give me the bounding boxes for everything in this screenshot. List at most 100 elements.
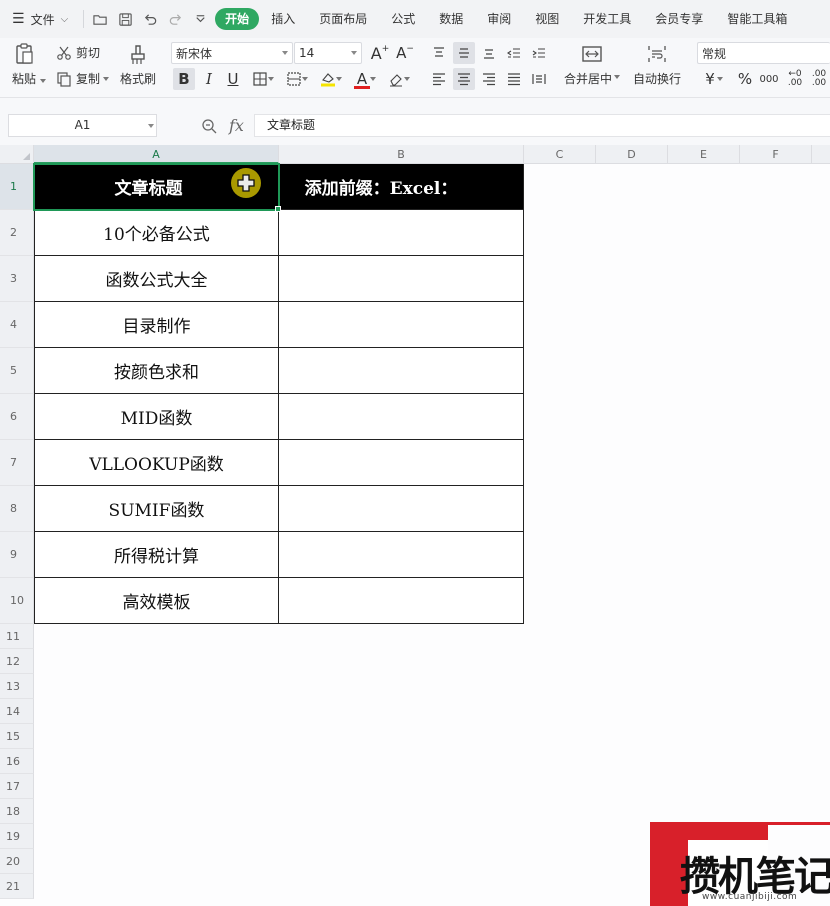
align-left-icon[interactable] — [428, 68, 450, 90]
select-all-corner[interactable] — [0, 145, 34, 164]
cell-a4[interactable]: 目录制作 — [35, 302, 279, 348]
row-header[interactable]: 5 — [0, 348, 34, 394]
merge-dropdown-icon[interactable] — [614, 74, 621, 79]
row-header[interactable]: 1 — [0, 164, 34, 210]
paste-dropdown-icon[interactable] — [40, 79, 46, 83]
row-header[interactable]: 6 — [0, 394, 34, 440]
spreadsheet-grid[interactable]: A B C D E F 1 2 3 4 5 6 7 8 9 10 11 12 1… — [0, 145, 830, 906]
thousands-separator-icon[interactable]: 000 — [758, 68, 780, 90]
copy-button[interactable]: 复制 — [56, 70, 110, 87]
italic-icon[interactable]: I — [198, 68, 220, 90]
tab-member[interactable]: 会员专享 — [643, 8, 715, 30]
cell-b6[interactable] — [279, 394, 524, 440]
file-menu[interactable]: ☰ 文件 ⌵ — [12, 11, 71, 28]
tab-developer[interactable]: 开发工具 — [571, 8, 643, 30]
justify-icon[interactable] — [503, 68, 525, 90]
row-header[interactable]: 15 — [0, 724, 34, 749]
tab-data[interactable]: 数据 — [427, 8, 475, 30]
row-header[interactable]: 12 — [0, 649, 34, 674]
currency-format-icon[interactable]: ¥ — [700, 68, 728, 90]
cell-a5[interactable]: 按颜色求和 — [35, 348, 279, 394]
cell-a7[interactable]: VLLOOKUP函数 — [35, 440, 279, 486]
cell-b4[interactable] — [279, 302, 524, 348]
row-header[interactable]: 11 — [0, 624, 34, 649]
decrease-indent-icon[interactable] — [503, 42, 525, 64]
cell-b3[interactable] — [279, 256, 524, 302]
tab-formulas[interactable]: 公式 — [379, 8, 427, 30]
row-header[interactable]: 2 — [0, 210, 34, 256]
copy-dropdown-icon[interactable] — [103, 76, 110, 81]
cell-b2[interactable] — [279, 210, 524, 256]
tab-smart-toolbox[interactable]: 智能工具箱 — [715, 8, 799, 30]
fill-color-icon[interactable] — [316, 68, 346, 90]
decrease-font-size-icon[interactable]: A − — [394, 42, 416, 64]
row-header[interactable]: 18 — [0, 799, 34, 824]
row-header[interactable]: 10 — [0, 578, 34, 624]
font-name-select[interactable]: 新宋体 — [171, 42, 293, 64]
cell-b7[interactable] — [279, 440, 524, 486]
cell-a2[interactable]: 10个必备公式 — [35, 210, 279, 256]
tab-insert[interactable]: 插入 — [259, 8, 307, 30]
column-header-a[interactable]: A — [34, 145, 279, 164]
row-header[interactable]: 21 — [0, 874, 34, 899]
column-header-d[interactable]: D — [596, 145, 668, 164]
row-header[interactable]: 8 — [0, 486, 34, 532]
tab-review[interactable]: 审阅 — [475, 8, 523, 30]
eraser-icon[interactable] — [384, 68, 414, 90]
cell-a10[interactable]: 高效模板 — [35, 578, 279, 624]
align-top-icon[interactable] — [428, 42, 450, 64]
open-folder-icon[interactable] — [90, 9, 110, 29]
column-header-g[interactable] — [812, 145, 830, 164]
cell-b1[interactable]: 添加前缀：Excel： — [279, 164, 524, 210]
column-header-b[interactable]: B — [279, 145, 524, 164]
function-icon[interactable]: fx — [229, 116, 244, 135]
number-format-select[interactable]: 常规 — [697, 42, 830, 64]
chevron-down-icon[interactable] — [148, 124, 154, 128]
decrease-decimal-icon[interactable]: .00.00 — [808, 68, 830, 90]
fill-handle[interactable] — [275, 206, 281, 212]
zoom-icon[interactable] — [201, 118, 217, 134]
row-header[interactable]: 14 — [0, 699, 34, 724]
percent-format-icon[interactable]: % — [734, 68, 756, 90]
cell-a6[interactable]: MID函数 — [35, 394, 279, 440]
formula-input[interactable]: 文章标题 — [254, 114, 830, 137]
save-icon[interactable] — [115, 9, 135, 29]
bold-icon[interactable]: B — [173, 68, 195, 90]
cell-b9[interactable] — [279, 532, 524, 578]
cut-button[interactable]: 剪切 — [56, 44, 100, 61]
font-size-select[interactable]: 14 — [294, 42, 362, 64]
row-header[interactable]: 13 — [0, 674, 34, 699]
row-header[interactable]: 19 — [0, 824, 34, 849]
tab-home[interactable]: 开始 — [215, 8, 260, 30]
cell-b10[interactable] — [279, 578, 524, 624]
cell-a9[interactable]: 所得税计算 — [35, 532, 279, 578]
tab-page-layout[interactable]: 页面布局 — [307, 8, 379, 30]
merge-center-button[interactable]: 合并居中 — [564, 42, 621, 87]
increase-indent-icon[interactable] — [528, 42, 550, 64]
undo-icon[interactable] — [140, 9, 160, 29]
row-header[interactable]: 9 — [0, 532, 34, 578]
redo-icon[interactable] — [165, 9, 185, 29]
borders-icon[interactable] — [248, 68, 278, 90]
row-header[interactable]: 7 — [0, 440, 34, 486]
column-header-f[interactable]: F — [740, 145, 812, 164]
tab-view[interactable]: 视图 — [523, 8, 571, 30]
align-bottom-icon[interactable] — [478, 42, 500, 64]
cell-a3[interactable]: 函数公式大全 — [35, 256, 279, 302]
cell-b8[interactable] — [279, 486, 524, 532]
wrap-text-button[interactable]: 自动换行 — [633, 42, 681, 87]
align-right-icon[interactable] — [478, 68, 500, 90]
align-middle-icon[interactable] — [453, 42, 475, 64]
increase-decimal-icon[interactable]: ←0.00 — [784, 68, 806, 90]
cell-style-icon[interactable] — [282, 68, 312, 90]
align-center-icon[interactable] — [453, 68, 475, 90]
column-header-c[interactable]: C — [524, 145, 596, 164]
underline-icon[interactable]: U — [222, 68, 244, 90]
cell-a8[interactable]: SUMIF函数 — [35, 486, 279, 532]
font-color-icon[interactable]: A — [350, 68, 380, 90]
row-header[interactable]: 3 — [0, 256, 34, 302]
paste-button[interactable]: 粘贴 — [12, 42, 36, 87]
distributed-align-icon[interactable] — [528, 68, 550, 90]
name-box[interactable]: A1 — [8, 114, 157, 137]
increase-font-size-icon[interactable]: A + — [369, 42, 391, 64]
